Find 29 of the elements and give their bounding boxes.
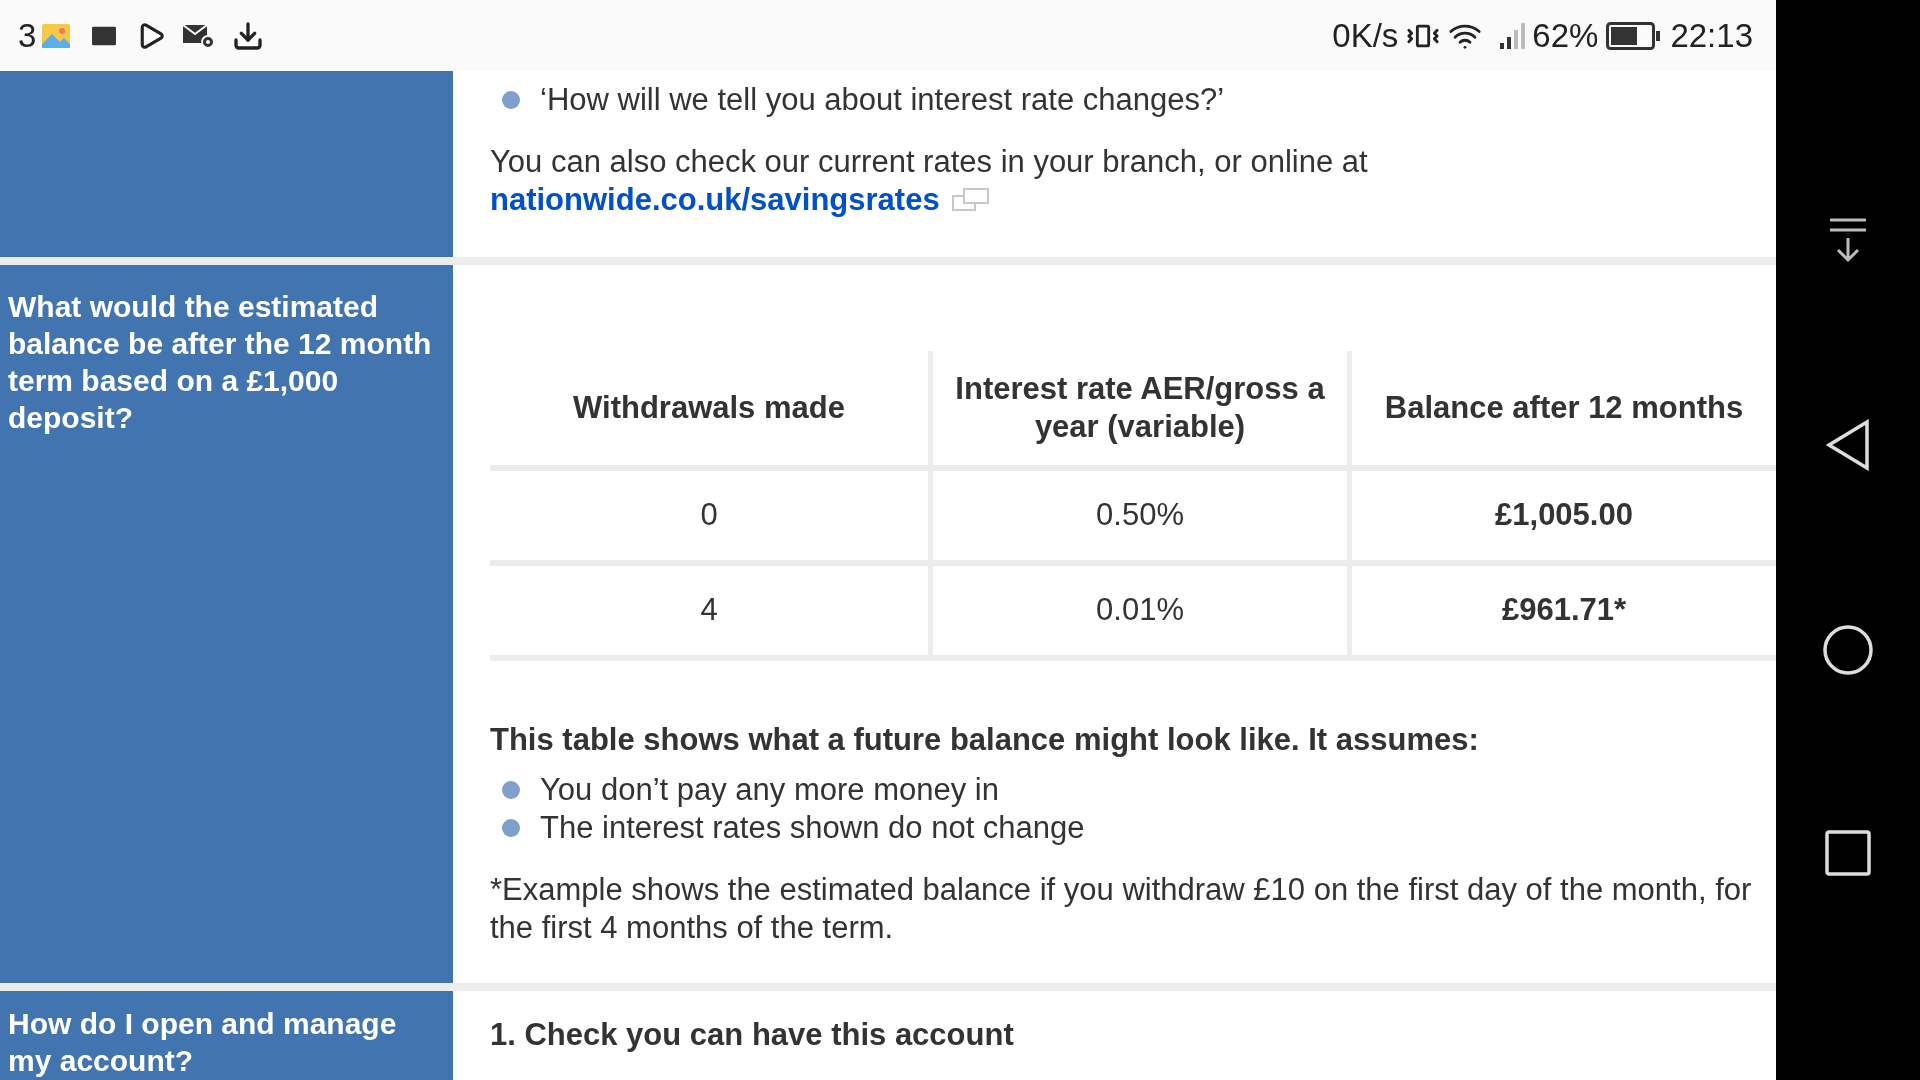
clock: 22:13 [1670, 15, 1753, 56]
home-icon [1822, 624, 1874, 676]
bold-heading: This table shows what a future balance might look like. It assumes: [490, 721, 1480, 759]
bullet-text: ‘How will we tell you about interest rate changes?’ [540, 80, 1225, 119]
back-icon [1825, 419, 1871, 471]
battery-percent: 62% [1532, 15, 1599, 56]
question-heading: How do I open and manage my account? [8, 1006, 398, 1079]
question-heading: What would the estimated balance be after the 12 month term based on a £1,000 deposit? [8, 289, 433, 436]
table-cell: 0.50% [928, 471, 1347, 560]
table-cell: 0.01% [928, 566, 1347, 655]
battery-icon [1606, 21, 1663, 50]
bullet-icon [502, 91, 520, 109]
bold-heading: 1. Check you can have this account [490, 1016, 1015, 1054]
bullet-icon [502, 781, 520, 799]
bullet-text: You don’t pay any more money in [540, 770, 999, 809]
paragraph: You can also check our current rates in your branch, or online at [490, 143, 1369, 181]
bullet-text: The interest rates shown do not change [540, 808, 1085, 847]
savings-rates-link[interactable]: nationwide.co.uk/savingsrates [490, 181, 940, 219]
table-cell-text: 0 [699, 496, 719, 535]
bullet-icon [502, 819, 520, 837]
notification-count: 3 [18, 15, 37, 56]
network-speed: 0K/s [1332, 15, 1399, 56]
column-header: Withdrawals made [572, 389, 846, 427]
paragraph: *Example shows the estimated balance if you withdraw £10 on the first day of the month, for the first 4 months of the term. [490, 871, 1753, 947]
download-icon [232, 19, 265, 52]
column-header: Interest rate AER/gross a year (variable) [928, 351, 1347, 465]
external-window-icon [951, 187, 990, 213]
recents-icon [1825, 830, 1871, 876]
table-cell-text: 4 [699, 591, 719, 630]
